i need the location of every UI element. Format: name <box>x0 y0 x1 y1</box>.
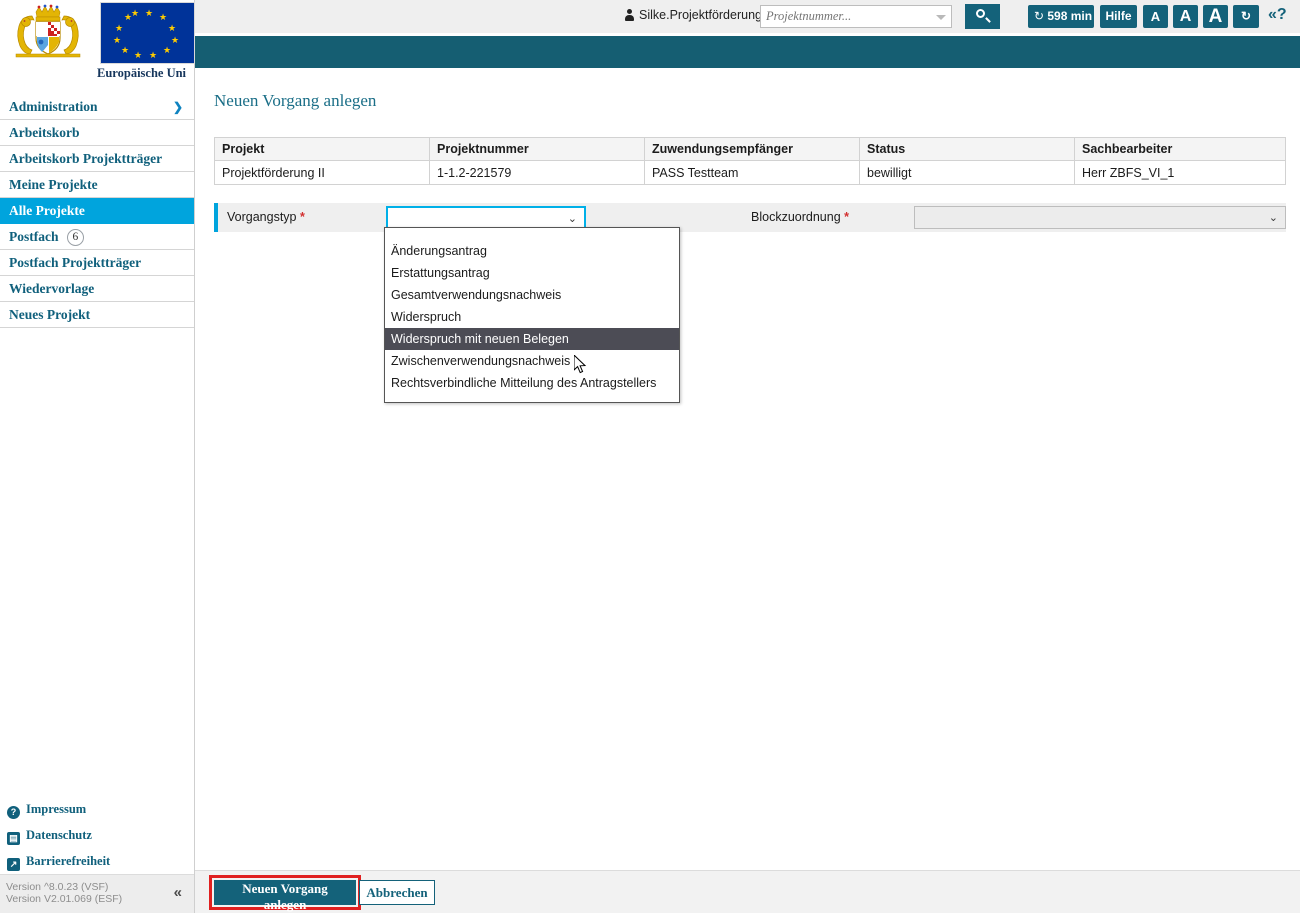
required-marker: * <box>299 210 305 224</box>
left-sidebar: ★ ★ ★ ★ ★ ★ ★ ★ ★ ★ ★ ★ Europäische Uni … <box>0 0 195 913</box>
sidebar-item-postfach[interactable]: Postfach 6 <box>0 224 194 250</box>
dropdown-option-widerspruch[interactable]: Widerspruch <box>385 306 679 328</box>
accessibility-arrow-icon: ↗ <box>7 858 20 871</box>
dropdown-option-zwischenverwendungsnachweis[interactable]: Zwischenverwendungsnachweis <box>385 350 679 372</box>
dropdown-option-widerspruch-mit-neuen-belegen[interactable]: Widerspruch mit neuen Belegen <box>385 328 679 350</box>
column-header-sachbearbeiter: Sachbearbeiter <box>1074 137 1286 161</box>
sidebar-collapse-icon[interactable]: « <box>174 884 182 901</box>
footer-link-datenschutz[interactable]: ▤ Datenschutz <box>7 822 194 848</box>
footer-link-label: Impressum <box>26 802 87 816</box>
footer-link-barrierefreiheit[interactable]: ↗ Barrierefreiheit <box>7 848 194 874</box>
postfach-count-badge: 6 <box>66 229 84 247</box>
sidebar-item-label: Meine Projekte <box>9 177 98 192</box>
search-box <box>760 5 952 28</box>
refresh-button[interactable]: ↻ <box>1233 5 1259 28</box>
sidebar-item-label: Postfach <box>9 229 59 244</box>
cancel-button[interactable]: Abbrechen <box>359 880 435 905</box>
font-size-medium-button[interactable]: A <box>1173 5 1198 28</box>
search-button[interactable] <box>965 4 1000 29</box>
sidebar-item-postfach-projekttraeger[interactable]: Postfach Projektträger <box>0 250 194 276</box>
blockzuordnung-label: Blockzuordnung * <box>751 210 849 224</box>
cell-projektnummer: 1-1.2-221579 <box>429 160 645 185</box>
create-vorgang-button[interactable]: Neuen Vorgang anlegen <box>214 880 356 912</box>
sidebar-item-label: Arbeitskorb <box>9 125 80 140</box>
document-lock-icon: ▤ <box>7 832 20 845</box>
sidebar-item-neues-projekt[interactable]: Neues Projekt <box>0 302 194 328</box>
sidebar-item-arbeitskorb-projekttraeger[interactable]: Arbeitskorb Projektträger <box>0 146 194 172</box>
collapse-help-icon[interactable]: «? <box>1268 6 1287 24</box>
sidebar-item-label: Neues Projekt <box>9 307 91 322</box>
sidebar-nav: Administration ❯ Arbeitskorb Arbeitskorb… <box>0 94 194 328</box>
sidebar-item-label: Arbeitskorb Projektträger <box>9 151 163 166</box>
vorgangstyp-dropdown-list[interactable]: Änderungsantrag Erstattungsantrag Gesamt… <box>384 227 680 403</box>
chevron-down-icon: ⌄ <box>1268 212 1278 224</box>
top-toolbar: Silke.Projektförderung ↻ 598 min Hilfe A… <box>195 0 1300 33</box>
session-timer-chip[interactable]: ↻ 598 min <box>1028 5 1094 28</box>
version-bar: Version ^8.0.23 (VSF) Version V2.01.069 … <box>0 874 194 913</box>
table-row: Projektförderung II 1-1.2-221579 PASS Te… <box>214 160 1286 185</box>
bavaria-coat-of-arms-icon <box>6 2 90 60</box>
dropdown-option-gesamtverwendungsnachweis[interactable]: Gesamtverwendungsnachweis <box>385 284 679 306</box>
sidebar-item-label: Alle Projekte <box>9 203 85 218</box>
sidebar-item-meine-projekte[interactable]: Meine Projekte <box>0 172 194 198</box>
vorgangstyp-select[interactable]: ⌄ <box>386 206 586 229</box>
current-user: Silke.Projektförderung <box>625 8 762 22</box>
footer-link-label: Datenschutz <box>26 828 92 842</box>
table-header-row: Projekt Projektnummer Zuwendungsempfänge… <box>214 137 1286 161</box>
user-icon <box>625 9 634 21</box>
sidebar-item-administration[interactable]: Administration ❯ <box>0 94 194 120</box>
user-name-label: Silke.Projektförderung <box>639 8 762 22</box>
help-button[interactable]: Hilfe <box>1100 5 1137 28</box>
cell-projekt: Projektförderung II <box>214 160 430 185</box>
footer-link-label: Barrierefreiheit <box>26 854 111 868</box>
vorgangstyp-label: Vorgangstyp * <box>227 210 305 224</box>
project-info-table: Projekt Projektnummer Zuwendungsempfänge… <box>214 137 1286 185</box>
teal-header-bar <box>195 36 1300 68</box>
sidebar-item-label: Postfach Projektträger <box>9 255 142 270</box>
dropdown-option-erstattungsantrag[interactable]: Erstattungsantrag <box>385 262 679 284</box>
footer-link-impressum[interactable]: ? Impressum <box>7 796 194 822</box>
sidebar-item-arbeitskorb[interactable]: Arbeitskorb <box>0 120 194 146</box>
column-header-projekt: Projekt <box>214 137 430 161</box>
cell-sachbearbeiter: Herr ZBFS_VI_1 <box>1074 160 1286 185</box>
session-timer-label: 598 min <box>1047 9 1093 23</box>
sidebar-item-alle-projekte[interactable]: Alle Projekte <box>0 198 194 224</box>
branding-header: ★ ★ ★ ★ ★ ★ ★ ★ ★ ★ ★ ★ Europäische Uni <box>0 0 195 80</box>
dropdown-option-rechtsverbindliche-mitteilung[interactable]: Rechtsverbindliche Mitteilung des Antrag… <box>385 372 679 394</box>
search-input[interactable] <box>761 6 933 27</box>
chevron-down-icon: ⌄ <box>567 213 577 225</box>
chevron-right-icon: ❯ <box>172 100 183 114</box>
main-content: Neuen Vorgang anlegen Projekt Projektnum… <box>195 68 1300 870</box>
cell-zuwendungsempfaenger: PASS Testteam <box>644 160 860 185</box>
column-header-status: Status <box>859 137 1075 161</box>
search-icon <box>976 9 985 18</box>
application-window: ★ ★ ★ ★ ★ ★ ★ ★ ★ ★ ★ ★ Europäische Uni … <box>0 0 1300 913</box>
sidebar-footer-links: ? Impressum ▤ Datenschutz ↗ Barrierefreihei… <box>0 796 194 874</box>
font-size-small-button[interactable]: A <box>1143 5 1168 28</box>
dropdown-option-aenderungsantrag[interactable]: Änderungsantrag <box>385 240 679 262</box>
vorgangstyp-label-text: Vorgangstyp <box>227 210 297 224</box>
cell-status: bewilligt <box>859 160 1075 185</box>
sidebar-item-label: Administration <box>9 99 98 114</box>
blockzuordnung-label-text: Blockzuordnung <box>751 210 841 224</box>
column-header-zuwendungsempfaenger: Zuwendungsempfänger <box>644 137 860 161</box>
sidebar-item-label: Wiedervorlage <box>9 281 95 296</box>
font-size-large-button[interactable]: A <box>1203 5 1228 28</box>
required-marker: * <box>844 210 850 224</box>
chevron-down-icon[interactable] <box>936 15 946 20</box>
page-title: Neuen Vorgang anlegen <box>214 91 377 110</box>
form-row: Vorgangstyp * ⌄ Blockzuordnung * ⌄ <box>214 203 1286 232</box>
eu-flag-icon: ★ ★ ★ ★ ★ ★ ★ ★ ★ ★ ★ ★ <box>100 2 195 64</box>
bottom-action-bar: Neuen Vorgang anlegen Abbrechen <box>195 870 1300 913</box>
column-header-projektnummer: Projektnummer <box>429 137 645 161</box>
refresh-icon: ↻ <box>1033 9 1044 23</box>
question-mark-icon: ? <box>7 806 20 819</box>
version-vsf: Version ^8.0.23 (VSF) <box>6 881 109 893</box>
sidebar-item-wiedervorlage[interactable]: Wiedervorlage <box>0 276 194 302</box>
blockzuordnung-select[interactable]: ⌄ <box>914 206 1286 229</box>
eu-caption: Europäische Uni <box>97 66 187 80</box>
version-esf: Version V2.01.069 (ESF) <box>6 893 123 905</box>
